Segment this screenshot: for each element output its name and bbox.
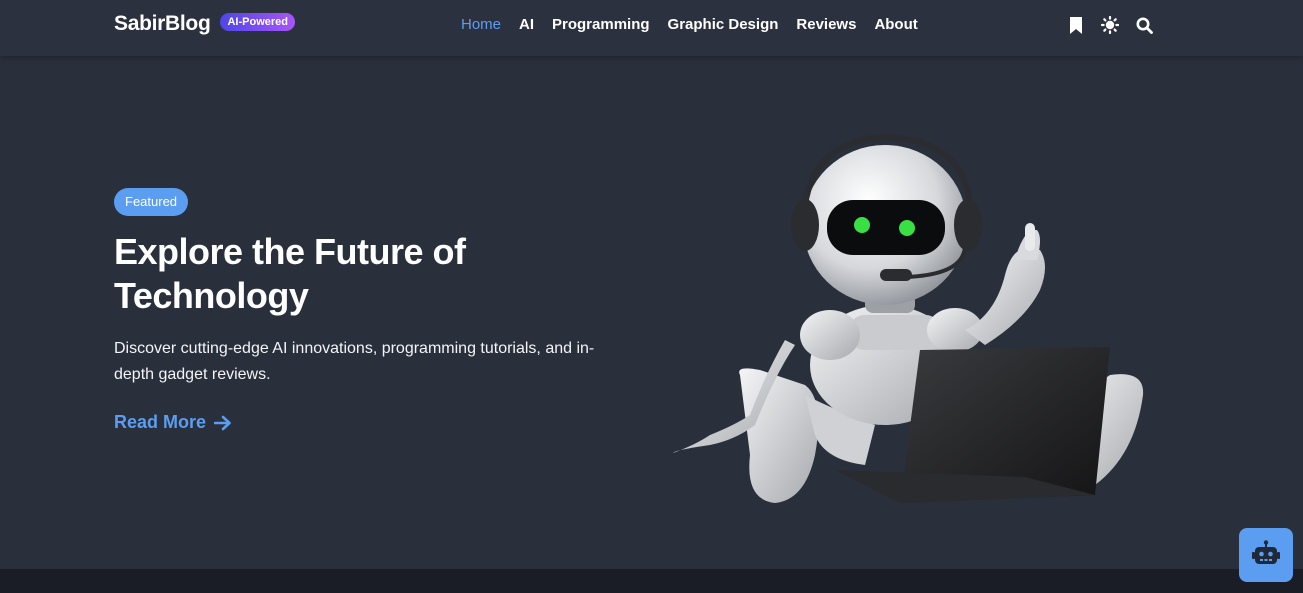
- nav-link-reviews[interactable]: Reviews: [796, 16, 856, 33]
- nav-link-about[interactable]: About: [874, 16, 917, 33]
- nav-link-home[interactable]: Home: [461, 16, 501, 33]
- search-icon[interactable]: [1135, 15, 1153, 35]
- bookmark-icon[interactable]: [1067, 15, 1085, 35]
- nav-link-graphic-design[interactable]: Graphic Design: [668, 16, 779, 33]
- hero-robot-image: [673, 133, 1144, 503]
- top-navbar: SabirBlog AI-Powered Home AI Programming…: [0, 0, 1303, 56]
- read-more-label: Read More: [114, 412, 207, 432]
- brand-name[interactable]: SabirBlog: [114, 12, 211, 36]
- footer-strip: [0, 569, 1303, 593]
- brand[interactable]: SabirBlog AI-Powered: [114, 12, 295, 36]
- nav-icons: [1067, 15, 1169, 35]
- featured-badge: Featured: [114, 188, 189, 216]
- robot-chat-icon: [1252, 539, 1280, 571]
- arrow-right-icon: [214, 415, 232, 431]
- nav-link-programming[interactable]: Programming: [552, 16, 650, 33]
- read-more-link[interactable]: Read More: [114, 412, 232, 433]
- hero-title: Explore the Future of Technology: [114, 231, 466, 316]
- chat-assistant-button[interactable]: [1239, 528, 1293, 582]
- main-nav: Home AI Programming Graphic Design Revie…: [461, 16, 936, 33]
- theme-toggle-sun-icon[interactable]: [1101, 15, 1119, 35]
- ai-powered-badge: AI-Powered: [220, 13, 295, 31]
- nav-link-ai[interactable]: AI: [519, 16, 534, 33]
- hero-description: Discover cutting-edge AI innovations, pr…: [114, 340, 595, 383]
